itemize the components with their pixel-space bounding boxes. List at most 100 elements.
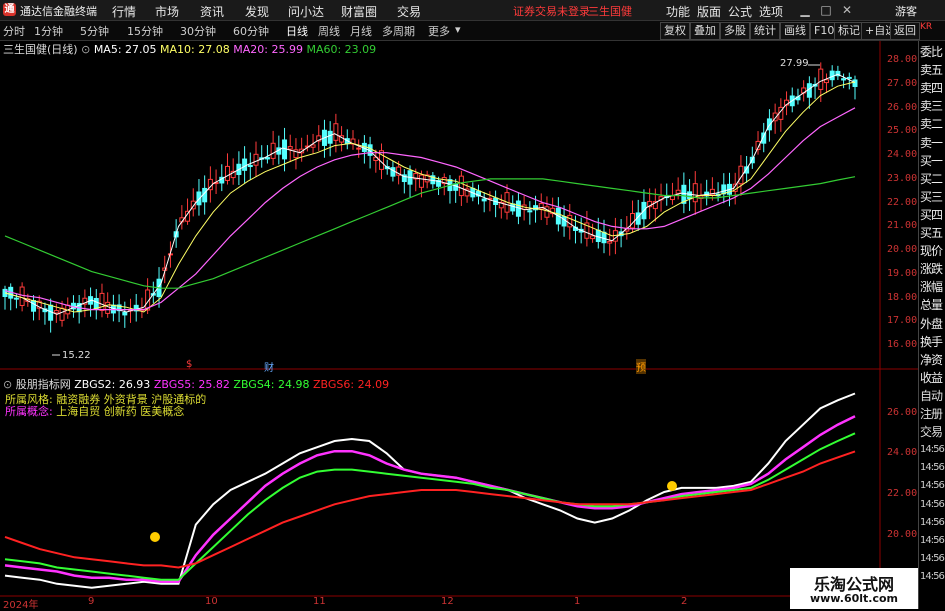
sidebar-item: 外盘 xyxy=(920,316,943,331)
minimize-icon[interactable]: ▁ xyxy=(797,2,813,18)
menu-caifuquan[interactable]: 财富圈 xyxy=(341,3,377,20)
sidebar-item: 14:56 xyxy=(920,516,945,528)
sidebar-item: 卖五 xyxy=(920,63,943,78)
menu-xuanxiang[interactable]: 选项 xyxy=(759,3,783,20)
sidebar-item: 14:56 xyxy=(920,462,945,474)
candle-body xyxy=(59,307,65,321)
x-label-jan: 1 xyxy=(574,596,581,607)
sidebar-item[interactable]: 注册 xyxy=(920,405,945,423)
zbgs6-line xyxy=(4,450,856,569)
menu-jiaoyi[interactable]: 交易 xyxy=(397,3,421,20)
biaoji-button[interactable]: 标记 xyxy=(834,22,864,40)
menu-gongshi[interactable]: 公式 xyxy=(728,3,752,20)
guest-label[interactable]: 游客 xyxy=(895,3,917,19)
candle-body xyxy=(196,191,202,206)
period-more[interactable]: 更多 xyxy=(428,23,450,39)
candle-body xyxy=(242,158,248,171)
close-icon[interactable]: ✕ xyxy=(839,2,855,18)
sidebar-item: 收益 xyxy=(920,370,943,385)
event-marker-finance[interactable]: 财 xyxy=(264,359,274,374)
sub-chart-legend: ⊙ 股朋指标网 ZBGS2: 26.93 ZBGS5: 25.82 ZBGS4:… xyxy=(3,376,389,392)
candle-body xyxy=(607,240,613,244)
candle-body xyxy=(310,144,316,148)
sidebar-item: 卖二 xyxy=(920,117,943,132)
menu-zixun[interactable]: 资讯 xyxy=(200,3,224,20)
sidebar-item: 14:56 xyxy=(920,570,945,582)
sidebar-item: 14:56 xyxy=(920,498,945,510)
candle-body xyxy=(105,301,111,314)
title-bar: 通 通达信金融终端 行情 市场 资讯 发现 问小达 财富圈 交易 证券交易未登录… xyxy=(0,0,945,21)
menu-gongneng[interactable]: 功能 xyxy=(666,3,690,20)
candle-body xyxy=(264,157,270,160)
candle-body xyxy=(567,214,573,228)
candle-body xyxy=(287,146,293,150)
more-dropdown-icon[interactable]: ▾ xyxy=(455,23,461,36)
candle-body xyxy=(595,229,601,242)
period-5min[interactable]: 5分钟 xyxy=(80,23,109,39)
sidebar-item[interactable]: 自动 xyxy=(920,387,945,405)
period-monthly[interactable]: 月线 xyxy=(350,23,372,39)
duogu-button[interactable]: 多股 xyxy=(720,22,750,40)
sub-legend-toggle-icon[interactable]: ⊙ xyxy=(3,378,12,391)
candle-body xyxy=(829,70,835,81)
sidebar-item[interactable]: 交易 xyxy=(920,423,945,441)
zbgs5-line xyxy=(4,415,856,583)
sidebar-item: 委比 xyxy=(920,45,943,59)
menu-shichang[interactable]: 市场 xyxy=(155,3,179,20)
period-daily[interactable]: 日线 xyxy=(286,23,308,39)
trade-login-alert[interactable]: 证券交易未登录 xyxy=(513,3,590,19)
y-tick-label: 27.00 xyxy=(887,77,918,89)
candle-body xyxy=(19,286,25,306)
event-marker-dividend[interactable]: $ xyxy=(186,359,192,370)
period-1min[interactable]: 1分钟 xyxy=(34,23,63,39)
fuquan-button[interactable]: 复权 xyxy=(660,22,690,40)
candle-body xyxy=(823,79,829,84)
sub-y-tick-label: 24.00 xyxy=(887,447,918,459)
chart-markers xyxy=(52,64,820,542)
candle-body xyxy=(510,203,516,212)
sidebar-item: 买三 xyxy=(920,189,943,204)
ma10-line xyxy=(4,81,856,313)
app-logo-icon: 通 xyxy=(3,3,16,16)
candle-body xyxy=(721,184,727,195)
menu-wenxiaoda[interactable]: 问小达 xyxy=(288,3,324,20)
tongji-button[interactable]: 统计 xyxy=(750,22,780,40)
y-tick-label: 16.00 xyxy=(887,339,918,351)
candle-body xyxy=(675,189,681,194)
sidebar-item: 换手 xyxy=(920,334,943,349)
menu-banmian[interactable]: 版面 xyxy=(697,3,721,20)
sidebar-item: 14:56 xyxy=(920,552,945,564)
y-tick-label: 26.00 xyxy=(887,101,918,113)
period-weekly[interactable]: 周线 xyxy=(318,23,340,39)
candle-body xyxy=(327,130,333,144)
candle-body xyxy=(527,210,533,213)
period-fenshi[interactable]: 分时 xyxy=(3,23,25,39)
y-tick-label: 28.00 xyxy=(887,54,918,65)
kline-chart-area[interactable] xyxy=(0,41,918,609)
x-label-sep: 9 xyxy=(88,596,95,607)
menu-hangqing[interactable]: 行情 xyxy=(112,3,136,20)
event-marker-forecast[interactable]: 预 xyxy=(636,359,646,374)
period-toolbar: 分时 1分钟 5分钟 15分钟 30分钟 60分钟 日线 周线 月线 多周期 更… xyxy=(0,21,945,41)
indicator-lines xyxy=(4,392,856,589)
period-multi[interactable]: 多周期 xyxy=(382,23,415,39)
huaxian-button[interactable]: 画线 xyxy=(780,22,810,40)
diejia-button[interactable]: 叠加 xyxy=(690,22,720,40)
period-30min[interactable]: 30分钟 xyxy=(180,23,216,39)
candle-body xyxy=(818,68,824,90)
sidebar-item: 涨幅 xyxy=(920,280,943,295)
candle-body xyxy=(846,76,852,79)
maximize-icon[interactable]: □ xyxy=(818,2,834,18)
candlestick-series xyxy=(2,62,858,333)
period-15min[interactable]: 15分钟 xyxy=(127,23,163,39)
sidebar-item: 卖三 xyxy=(920,99,943,114)
sidebar-item: 买五 xyxy=(920,226,943,240)
back-button[interactable]: 返回 xyxy=(890,22,920,40)
x-label-nov: 11 xyxy=(313,596,326,607)
x-label-oct: 10 xyxy=(205,596,218,607)
period-60min[interactable]: 60分钟 xyxy=(233,23,269,39)
candle-body xyxy=(53,310,59,314)
sidebar-item: 买二 xyxy=(920,171,943,186)
sidebar-item: 14:56 xyxy=(920,444,945,456)
menu-faxian[interactable]: 发现 xyxy=(245,3,269,20)
